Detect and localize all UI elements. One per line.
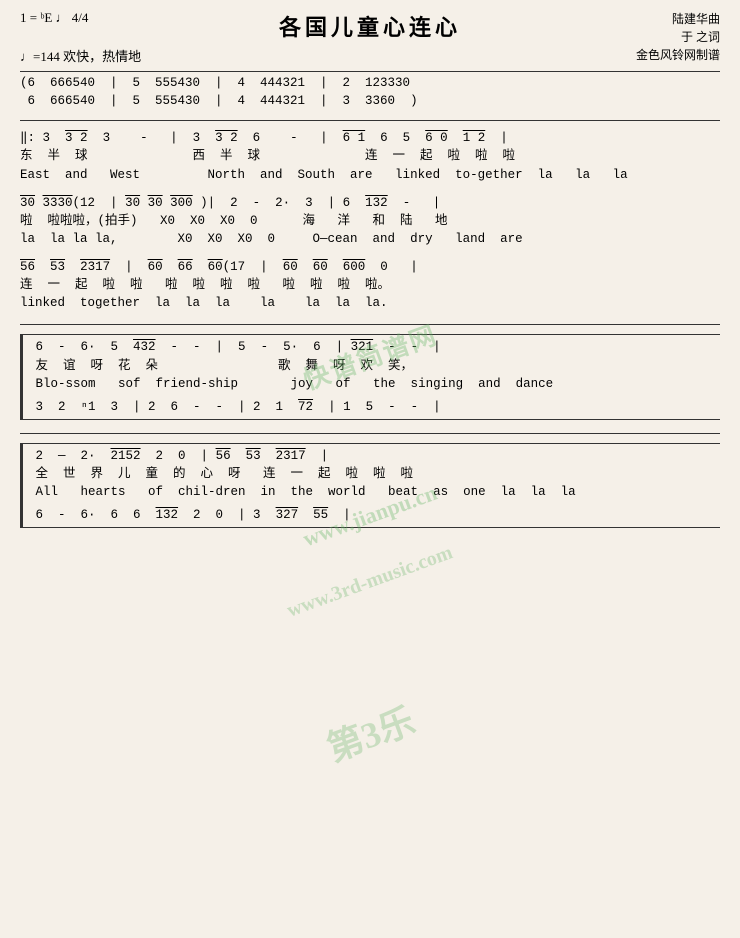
notation-line-3: 56 53 2317 | 60 66 60(17 | 60 60 600 0 | [20,258,720,276]
chinese-line-2: 啦 啦啦啦，(拍手) X0 X0 X0 0 海 洋 和 陆 地 [20,212,720,230]
chinese-s2-l1: 友 谊 呀 花 朵 歌 舞 呀 欢 笑， [28,357,717,375]
watermark-3: www.3rd-music.com [284,541,456,622]
english-s3-l1: All hearts of chil-dren in the world bea… [28,483,717,501]
lyricist: 于 之词 [636,28,720,46]
key-info: 1 = ᵇE ♩ 4/4 [20,10,88,26]
notation-s2-l1: 6 - 6· 5 432 - - | 5 - 5· 6 | 321 - - | [28,338,717,356]
english-s2-l1: Blo-ssom sof friend-ship joy of the sing… [28,375,717,393]
english-line-1: East and West North and South are linked… [20,166,720,184]
tempo: ♩=144 欢快，热情地 [20,49,141,64]
page: 快谱简谱网 www.jianpu.cn www.3rd-music.com 第3… [0,0,740,938]
composer: 陆建华曲 [636,10,720,28]
tempo-line: ♩=144 欢快，热情地 [20,46,720,65]
watermark-4: 第3乐 [319,692,421,772]
section-3-bracket: 2 — 2· 2152 2 0 | 56 53 2317 | 全 世 界 儿 童… [20,443,720,529]
title-area: 1 = ᵇE ♩ 4/4 各国儿童心连心 陆建华曲 于 之词 金色风铃网制谱 [20,10,720,42]
chinese-line-1: 东 半 球 西 半 球 连 一 起 啦 啦 啦 [20,147,720,165]
intro-line-2: 6 666540 | 5 555430 | 4 444321 | 3 3360 … [20,92,720,110]
notation-line-1: ‖: 3 3 2 3 - | 3 3 2 6 - | 6 1 6 5 6 0 1… [20,129,720,147]
intro-line-1: (6 666540 | 5 555430 | 4 444321 | 2 1233… [20,74,720,92]
english-line-3: linked together la la la la la la la. [20,294,720,312]
notation-s3-l1: 2 — 2· 2152 2 0 | 56 53 2317 | [28,447,717,465]
main-title: 各国儿童心连心 [20,10,720,42]
notation-s3-l2: 6 - 6· 6 6 132 2 0 | 3 327 55 | [28,506,717,524]
attribution: 陆建华曲 于 之词 金色风铃网制谱 [636,10,720,64]
chinese-line-3: 连 一 起 啦 啦 啦 啦 啦 啦 啦 啦 啦 啦。 [20,276,720,294]
section-2-bracket: 6 - 6· 5 432 - - | 5 - 5· 6 | 321 - - | … [20,334,720,420]
top-divider [20,71,720,72]
source: 金色风铃网制谱 [636,46,720,64]
section-divider-1 [20,120,720,121]
section-divider-2 [20,324,720,325]
score-container: 1 = ᵇE ♩ 4/4 各国儿童心连心 陆建华曲 于 之词 金色风铃网制谱 ♩… [15,10,725,528]
section-divider-3 [20,433,720,434]
key-signature: 1 = ᵇE ♩ [20,10,69,25]
notation-s2-l2: 3 2 ⁿ1 3 | 2 6 - - | 2 1 72 | 1 5 - - | [28,398,717,416]
time-sig: 4/4 [72,10,89,25]
chinese-s3-l1: 全 世 界 儿 童 的 心 呀 连 一 起 啦 啦 啦 [28,465,717,483]
notation-line-2: 30 3330(12 | 30 30 300 )| 2 - 2· 3 | 6 1… [20,194,720,212]
english-line-2: la la la la, X0 X0 X0 0 O—cean and dry l… [20,230,720,248]
